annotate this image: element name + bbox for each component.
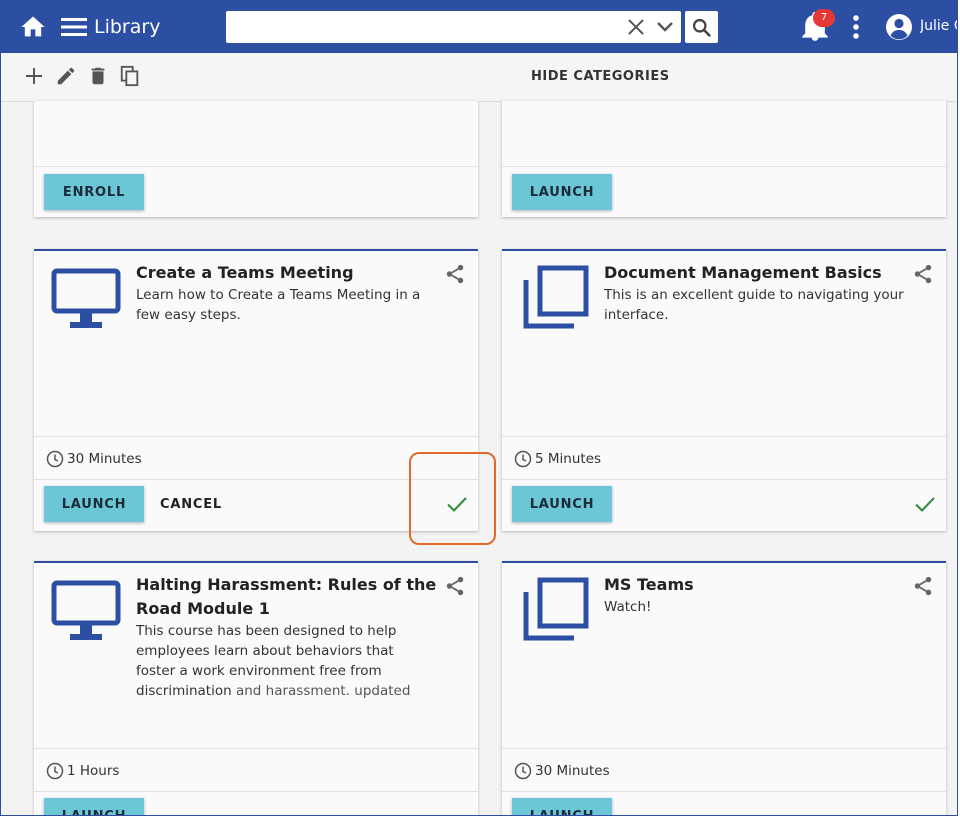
launch-button[interactable]: LAUNCH — [512, 174, 612, 210]
notification-count-badge: 7 — [813, 9, 835, 27]
clock-icon — [514, 762, 532, 780]
library-toolbar: HIDE CATEGORIES — [1, 53, 957, 102]
course-card-document-management-basics[interactable]: Document Management Basics This is an ex… — [502, 249, 946, 531]
user-name[interactable]: Julie C — [920, 18, 957, 34]
card-title[interactable]: Document Management Basics — [604, 261, 904, 285]
add-icon[interactable] — [23, 65, 45, 87]
share-icon[interactable] — [444, 575, 466, 597]
card-description-faded: and harassment. updated — [235, 683, 411, 699]
card-divider — [34, 166, 478, 167]
launch-button[interactable]: LAUNCH — [44, 486, 144, 522]
home-icon[interactable] — [19, 13, 47, 41]
hamburger-menu-icon[interactable] — [61, 16, 87, 38]
more-options-icon[interactable] — [848, 14, 864, 40]
card-title[interactable]: MS Teams — [604, 573, 904, 597]
card-description: Watch! — [604, 599, 652, 615]
course-duration: 30 Minutes — [535, 763, 610, 779]
card-divider — [502, 479, 946, 480]
clock-icon — [514, 450, 532, 468]
copy-icon — [523, 265, 589, 329]
checkmark-icon — [915, 497, 935, 512]
launch-button[interactable]: LAUNCH — [512, 798, 612, 815]
share-icon[interactable] — [912, 263, 934, 285]
search-icon — [692, 18, 711, 37]
course-card: ENROLL — [34, 101, 478, 217]
card-title[interactable]: Halting Harassment: Rules of the Road Mo… — [136, 573, 441, 621]
monitor-icon — [51, 580, 121, 640]
share-icon[interactable] — [912, 575, 934, 597]
course-card-halting-harassment[interactable]: Halting Harassment: Rules of the Road Mo… — [34, 561, 478, 815]
copy-icon — [523, 577, 589, 641]
search-box — [226, 11, 681, 43]
share-icon[interactable] — [444, 263, 466, 285]
card-description: Learn how to Create a Teams Meeting in a… — [136, 287, 421, 323]
card-divider — [502, 791, 946, 792]
course-duration: 30 Minutes — [67, 451, 142, 467]
card-divider — [34, 436, 478, 437]
course-duration: 5 Minutes — [535, 451, 602, 467]
search-button[interactable] — [685, 11, 718, 43]
card-description: This course has been designed to help em… — [136, 621, 436, 701]
edit-pencil-icon[interactable] — [55, 65, 77, 87]
monitor-icon — [51, 268, 121, 328]
card-description: This is an excellent guide to navigating… — [604, 287, 904, 323]
course-card-ms-teams[interactable]: MS Teams Watch! 30 Minutes LAUNCH — [502, 561, 946, 815]
clear-search-icon[interactable] — [627, 18, 645, 36]
course-duration: 1 Hours — [67, 763, 120, 779]
delete-trash-icon[interactable] — [87, 65, 109, 87]
cancel-button[interactable]: CANCEL — [156, 486, 226, 522]
card-divider — [502, 166, 946, 167]
duplicate-copy-icon[interactable] — [119, 65, 141, 87]
enroll-button[interactable]: ENROLL — [44, 174, 144, 210]
card-title[interactable]: Create a Teams Meeting — [136, 261, 436, 285]
clock-icon — [46, 762, 64, 780]
card-divider — [502, 436, 946, 437]
clock-icon — [46, 450, 64, 468]
app-title: Library — [94, 16, 161, 38]
highlight-annotation — [409, 452, 496, 545]
top-bar: Library 7 Julie C — [1, 0, 957, 53]
card-divider — [34, 748, 478, 749]
launch-button[interactable]: LAUNCH — [44, 798, 144, 815]
hide-categories-button[interactable]: HIDE CATEGORIES — [531, 69, 670, 84]
card-divider — [34, 791, 478, 792]
app-frame: Library 7 Julie C — [0, 0, 958, 816]
chevron-down-icon[interactable] — [656, 18, 674, 36]
user-avatar-icon[interactable] — [885, 13, 913, 41]
search-input[interactable] — [230, 15, 614, 41]
course-card: LAUNCH — [502, 101, 946, 217]
launch-button[interactable]: LAUNCH — [512, 486, 612, 522]
card-divider — [502, 748, 946, 749]
